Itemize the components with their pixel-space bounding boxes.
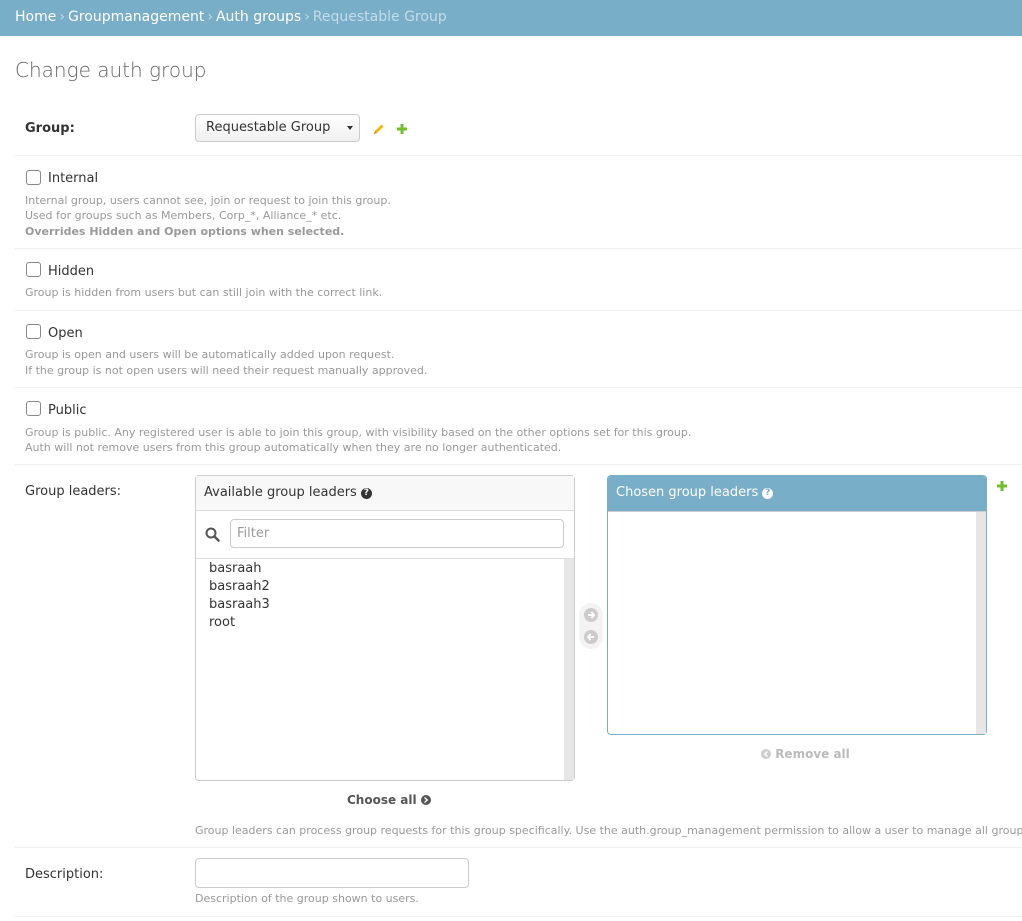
open-label: Open — [48, 326, 83, 341]
public-label: Public — [48, 403, 87, 418]
help-icon[interactable]: ? — [360, 488, 372, 499]
page-title: Change auth group — [15, 58, 207, 82]
list-item[interactable]: basraah2 — [209, 579, 270, 594]
remove-all-button[interactable]: Remove all — [761, 747, 850, 761]
group-field-row: Group: Requestable Group — [15, 114, 1022, 156]
public-field-row: Public Group is public. Any registered u… — [15, 388, 1022, 465]
scrollbar[interactable] — [564, 559, 574, 780]
hidden-checkbox[interactable] — [26, 262, 41, 277]
filter-row — [196, 511, 574, 559]
pencil-icon[interactable] — [372, 122, 386, 136]
open-field-row: Open Group is open and users will be aut… — [15, 311, 1022, 388]
group-leaders-help-text: Group leaders can process group requests… — [195, 824, 1022, 837]
list-item[interactable]: basraah — [209, 561, 262, 576]
group-select-value: Requestable Group — [206, 120, 331, 135]
filter-input[interactable] — [230, 519, 564, 548]
description-input[interactable] — [195, 858, 469, 888]
arrow-right-circle-icon — [420, 795, 431, 805]
list-item[interactable]: root — [209, 615, 235, 630]
internal-help-warning: Overrides Hidden and Open options when s… — [25, 225, 345, 238]
scrollbar[interactable] — [976, 512, 986, 734]
breadcrumb-separator: › — [207, 9, 213, 25]
breadcrumb-current: Requestable Group — [312, 9, 447, 25]
arrow-left-circle-icon — [761, 749, 771, 759]
group-select[interactable]: Requestable Group — [195, 114, 360, 142]
breadcrumb-home-link[interactable]: Home — [15, 9, 56, 25]
group-leaders-field-row: Group leaders: Available group leaders? … — [15, 465, 1022, 848]
breadcrumb: Home › Groupmanagement › Auth groups › Request… — [0, 0, 1022, 36]
open-checkbox[interactable] — [26, 324, 41, 339]
available-leaders-header: Available group leaders? — [196, 476, 574, 511]
plus-icon[interactable] — [995, 479, 1009, 493]
public-help-text: Auth will not remove users from this gro… — [25, 441, 562, 454]
description-help-text: Description of the group shown to users. — [195, 892, 419, 905]
choose-all-label: Choose all — [347, 793, 417, 807]
internal-label: Internal — [48, 171, 99, 186]
chevron-down-icon — [347, 126, 353, 130]
remove-all-label: Remove all — [775, 747, 850, 761]
group-leaders-label: Group leaders: — [25, 484, 122, 499]
arrow-right-circle-icon[interactable] — [583, 607, 599, 623]
search-icon — [205, 527, 220, 542]
group-field-label: Group: — [25, 121, 75, 136]
breadcrumb-separator: › — [59, 9, 65, 25]
internal-help-text: Internal group, users cannot see, join o… — [25, 194, 391, 207]
breadcrumb-model-link[interactable]: Auth groups — [216, 9, 301, 25]
choose-all-button[interactable]: Choose all — [347, 793, 431, 807]
available-leaders-title: Available group leaders — [204, 485, 357, 500]
open-help-text: Group is open and users will be automati… — [25, 348, 395, 361]
list-item[interactable]: basraah3 — [209, 597, 270, 612]
chosen-leaders-title: Chosen group leaders — [616, 485, 759, 500]
hidden-help-text: Group is hidden from users but can still… — [25, 286, 383, 299]
available-leaders-panel: Available group leaders? basraah basraah… — [195, 475, 575, 781]
plus-icon[interactable] — [395, 122, 409, 136]
chosen-leaders-panel: Chosen group leaders? — [607, 475, 987, 735]
description-label: Description: — [25, 867, 104, 882]
breadcrumb-app-link[interactable]: Groupmanagement — [68, 9, 204, 25]
help-icon[interactable]: ? — [762, 488, 774, 499]
available-leaders-list[interactable]: basraah basraah2 basraah3 root — [196, 559, 574, 780]
public-help-text: Group is public. Any registered user is … — [25, 426, 692, 439]
chosen-leaders-list[interactable] — [608, 511, 986, 734]
open-help-text: If the group is not open users will need… — [25, 364, 428, 377]
selector-chooser — [579, 603, 603, 649]
arrow-left-circle-icon[interactable] — [583, 629, 599, 645]
hidden-field-row: Hidden Group is hidden from users but ca… — [15, 249, 1022, 311]
hidden-label: Hidden — [48, 264, 95, 279]
internal-field-row: Internal Internal group, users cannot se… — [15, 156, 1022, 249]
breadcrumb-separator: › — [304, 9, 310, 25]
public-checkbox[interactable] — [26, 401, 41, 416]
chosen-leaders-header: Chosen group leaders? — [608, 476, 986, 511]
internal-checkbox[interactable] — [26, 170, 41, 185]
internal-help-text: Used for groups such as Members, Corp_*,… — [25, 209, 342, 222]
description-field-row: Description: Description of the group sh… — [15, 848, 1022, 917]
